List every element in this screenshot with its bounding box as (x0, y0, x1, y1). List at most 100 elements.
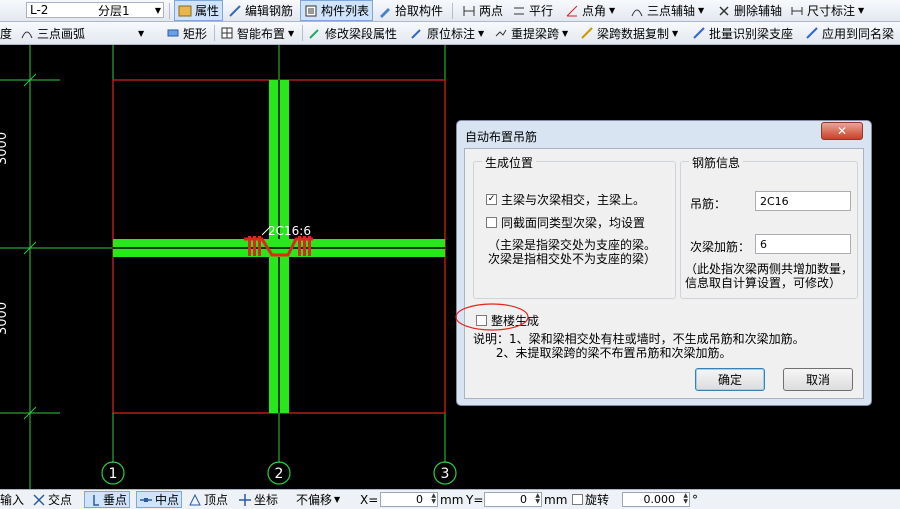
two-points-button[interactable]: 两点 (462, 0, 503, 21)
dimension-button[interactable]: 尺寸标注 ▼ (790, 0, 864, 21)
dialog-body: 生成位置 ✓ 主梁与次梁相交，主梁上。 同截面同类型次梁，均设置 （主梁是指梁交… (455, 148, 864, 399)
mm-label-y: mm (544, 491, 567, 508)
snap-vertex[interactable]: 顶点 (188, 491, 228, 508)
delete-axis-label: 删除辅轴 (734, 4, 783, 18)
stirrup-add-input[interactable]: 6 (755, 234, 851, 254)
separator (169, 3, 170, 19)
toolbar-row-2: 度 三点画弧 ▼ 矩形 智能布置 ▼ 修改梁段属性 原位标注 ▼ 重提梁跨 ▼ … (0, 22, 900, 45)
snap-intersection[interactable]: 交点 (32, 491, 72, 508)
degree-text: 度 (0, 26, 13, 41)
properties-label: 属性 (195, 4, 220, 18)
rotate-input[interactable]: 0.000 ▲ ▼ (622, 492, 690, 507)
cancel-button[interactable]: 取消 (783, 368, 853, 391)
intersection-icon (33, 493, 45, 506)
pick-icon (380, 7, 390, 18)
delete-axis-icon (719, 5, 729, 16)
pick-component-label: 拾取构件 (395, 4, 444, 18)
parallel-button[interactable]: 平行 (512, 0, 553, 21)
rect-button[interactable]: 矩形 (166, 22, 207, 44)
close-button[interactable]: ✕ (821, 122, 863, 140)
x-label: X= (360, 491, 378, 508)
offset-combo[interactable]: 不偏移 ▼ (296, 491, 340, 508)
modify-beam-seg-label: 修改梁段属性 (325, 26, 398, 41)
pick-component-button[interactable]: 拾取构件 (378, 0, 443, 21)
edit-rebar-button[interactable]: 编辑钢筋 (228, 0, 293, 21)
offset-combo-value: 不偏移 (296, 493, 333, 507)
rotate-checkbox[interactable]: 旋转 (572, 491, 609, 508)
perpendicular-icon (93, 494, 99, 506)
rect-label: 矩形 (183, 26, 208, 41)
gen-position-title: 生成位置 (482, 154, 537, 171)
toolbar-row-1: L-2 ▼ 分层1 属性 编辑钢筋 构件列表 拾取构件 两点 平行 点角 ▼ 三… (0, 0, 900, 22)
span-data-copy-button[interactable]: 梁跨数据复制 ▼ (580, 22, 678, 44)
list-icon (305, 5, 317, 16)
auto-hanger-dialog: 自动布置吊筋 ✕ 生成位置 ✓ 主梁与次梁相交，主梁上。 同截面同类型次梁，均设… (455, 120, 872, 406)
dimension-text-top: 3000 (0, 132, 10, 165)
spin-icon: ▲ ▼ (683, 492, 688, 505)
chevron-down-icon: ▼ (138, 28, 145, 38)
copy-icon (581, 27, 593, 39)
batch-identify-button[interactable]: 批量识别梁支座 (692, 22, 793, 44)
hanger-input[interactable]: 2C16 (755, 191, 851, 211)
re-extract-span-button[interactable]: 重提梁跨 ▼ (494, 22, 568, 44)
properties-icon (178, 5, 192, 16)
y-input[interactable]: 0 ▲ ▼ (484, 492, 542, 507)
intersection-label: 交点 (48, 493, 73, 507)
axis-label-1: 1 (109, 466, 118, 482)
edit-rebar-label: 编辑钢筋 (245, 4, 294, 18)
coordinate-icon (239, 493, 251, 506)
edit-rebar-icon (229, 4, 241, 17)
arc-combo-value: 三点画弧 (37, 26, 86, 41)
perpendicular-label: 垂点 (103, 493, 128, 507)
degree-label: 度 (0, 22, 12, 44)
beam-rebar-label: 2C16:6 (268, 224, 311, 238)
delete-axis-button[interactable]: 删除辅轴 (717, 0, 782, 21)
chevron-down-icon: ▼ (562, 28, 569, 38)
same-section-checkbox[interactable]: 同截面同类型次梁，均设置 (486, 214, 645, 231)
main-secondary-checkbox[interactable]: ✓ 主梁与次梁相交，主梁上。 (486, 191, 645, 208)
apply-same-beam-button[interactable]: 应用到同名梁 (805, 22, 894, 44)
modify-beam-seg-button[interactable]: 修改梁段属性 (308, 22, 397, 44)
point-angle-button[interactable]: 点角 ▼ (565, 0, 615, 21)
y-input-value: 0 (520, 493, 527, 506)
origin-mark-icon (411, 29, 421, 39)
snap-midpoint[interactable]: 中点 (136, 491, 183, 508)
rebar-info-group: 钢筋信息 吊筋： 2C16 次梁加筋： 6 （此处指次梁两侧共增加数量， 信息取… (680, 154, 858, 299)
mm-label-y-text: mm (544, 492, 568, 507)
re-extract-icon (495, 29, 507, 37)
snap-coordinate[interactable]: 坐标 (238, 491, 278, 508)
ok-button[interactable]: 确定 (695, 368, 765, 391)
snap-perpendicular[interactable]: 垂点 (84, 491, 131, 508)
degree-sign: ° (692, 491, 698, 508)
x-label-text: X= (360, 492, 379, 507)
three-point-axis-button[interactable]: 三点辅轴 ▼ (630, 0, 704, 21)
separator (214, 25, 215, 41)
gen-position-group: 生成位置 ✓ 主梁与次梁相交，主梁上。 同截面同类型次梁，均设置 （主梁是指梁交… (473, 154, 676, 299)
floor-combo[interactable]: 分层1 (95, 2, 165, 18)
apply-icon (806, 27, 818, 39)
chevron-down-icon: ▼ (609, 6, 616, 15)
x-input[interactable]: 0 ▲ ▼ (380, 492, 438, 507)
properties-button[interactable]: 属性 (174, 0, 224, 21)
hanger-label: 吊筋： (690, 197, 727, 211)
point-angle-label: 点角 (582, 4, 607, 18)
y-label: Y= (466, 491, 483, 508)
parallel-label: 平行 (529, 4, 554, 18)
smart-layout-button[interactable]: 智能布置 ▼ (220, 22, 294, 44)
y-label-text: Y= (466, 492, 484, 507)
batch-identify-label: 批量识别梁支座 (709, 26, 794, 41)
origin-mark-label: 原位标注 (427, 26, 476, 41)
input-label: 输入 (0, 491, 24, 508)
apply-same-beam-label: 应用到同名梁 (822, 26, 895, 41)
separator (302, 25, 303, 41)
layer-combo-value: L-2 (30, 3, 49, 17)
smart-layout-label: 智能布置 (237, 26, 286, 41)
origin-mark-button[interactable]: 原位标注 ▼ (410, 22, 484, 44)
dimension-label: 尺寸标注 (807, 4, 856, 18)
three-point-axis-icon (631, 9, 643, 16)
degree-sign-text: ° (692, 492, 698, 507)
component-list-button[interactable]: 构件列表 (300, 0, 374, 21)
position-note: （主梁是指梁交处为支座的梁。 次梁是指相交处不为支座的梁） (488, 238, 657, 266)
arc-combo[interactable]: 三点画弧 ▼ (20, 22, 144, 44)
dimension-icon (791, 6, 803, 15)
